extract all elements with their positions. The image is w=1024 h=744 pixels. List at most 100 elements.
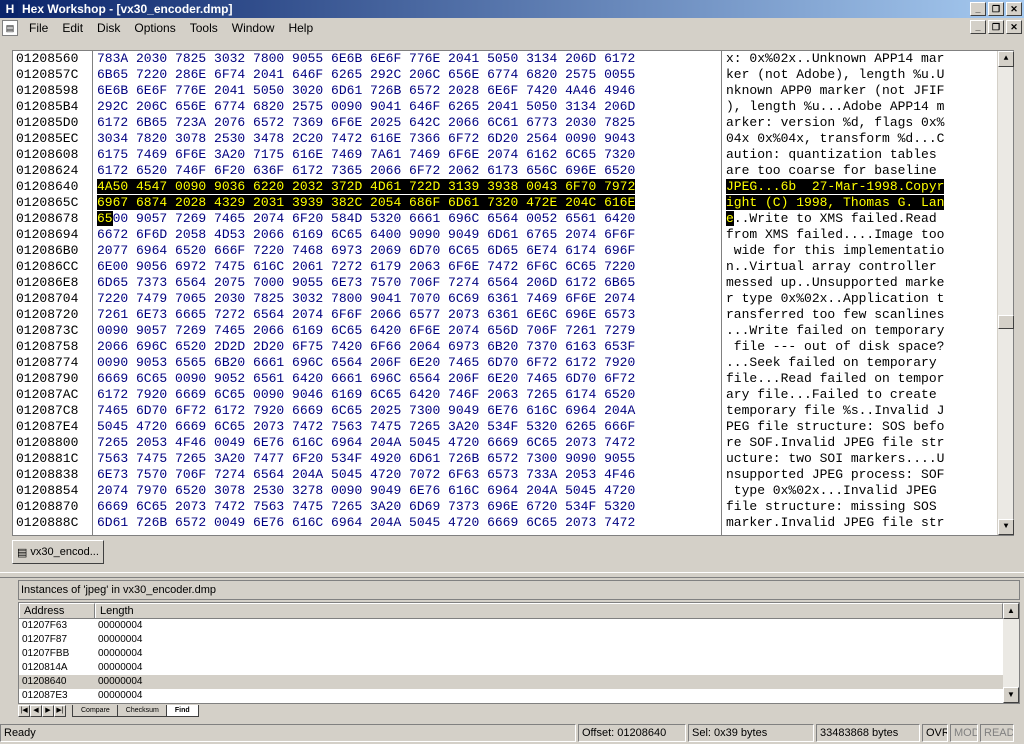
- find-result-row[interactable]: 01207FBB 00000004: [19, 647, 1019, 661]
- menu-window[interactable]: Window: [225, 21, 282, 35]
- menu-file[interactable]: File: [22, 21, 55, 35]
- last-tab-icon[interactable]: ▶|: [54, 705, 66, 717]
- ascii-row[interactable]: x: 0x%02x..Unknown APP14 mar: [726, 51, 989, 67]
- hex-row[interactable]: 6500 9057 7269 7465 2074 6F20 584D 5320 …: [97, 211, 721, 227]
- hex-row[interactable]: 6175 7469 6F6E 3A20 7175 616E 7469 7A61 …: [97, 147, 721, 163]
- ascii-row[interactable]: PEG file structure: SOS befo: [726, 419, 989, 435]
- hex-row[interactable]: 7265 2053 4F46 0049 6E76 616C 6964 204A …: [97, 435, 721, 451]
- hex-row[interactable]: 6172 6520 746F 6F20 636F 6172 7365 2066 …: [97, 163, 721, 179]
- column-header-length[interactable]: Length: [95, 603, 1003, 618]
- ascii-row[interactable]: nknown APP0 marker (not JFIF: [726, 83, 989, 99]
- hex-row[interactable]: 292C 206C 656E 6774 6820 2575 0090 9041 …: [97, 99, 721, 115]
- hex-row[interactable]: 6669 6C65 2073 7472 7563 7475 7265 3A20 …: [97, 499, 721, 515]
- hex-row[interactable]: 6672 6F6D 2058 4D53 2066 6169 6C65 6400 …: [97, 227, 721, 243]
- find-result-row[interactable]: 012087E3 00000004: [19, 689, 1019, 703]
- ascii-row[interactable]: file...Read failed on tempor: [726, 371, 989, 387]
- find-results-list[interactable]: Address Length 01207F63 00000004 01207F87 0…: [18, 602, 1020, 704]
- hex-row[interactable]: 7465 6D70 6F72 6172 7920 6669 6C65 2025 …: [97, 403, 721, 419]
- menu-tools[interactable]: Tools: [183, 21, 225, 35]
- hex-row[interactable]: 6172 6B65 723A 2076 6572 7369 6F6E 2025 …: [97, 115, 721, 131]
- ascii-row[interactable]: ...Seek failed on temporary: [726, 355, 989, 371]
- find-vertical-scrollbar[interactable]: ▲ ▼: [1003, 603, 1019, 703]
- find-result-row[interactable]: 01207F63 00000004: [19, 619, 1019, 633]
- ascii-row[interactable]: ker (not Adobe), length %u.U: [726, 67, 989, 83]
- ascii-row[interactable]: ary file...Failed to create: [726, 387, 989, 403]
- scroll-down-icon[interactable]: ▼: [998, 519, 1014, 535]
- tab-compare[interactable]: Compare: [72, 705, 119, 717]
- ascii-row[interactable]: n..Virtual array controller: [726, 259, 989, 275]
- ascii-row[interactable]: e..Write to XMS failed.Read: [726, 211, 989, 227]
- hex-row[interactable]: 2066 696C 6520 2D2D 2D20 6F75 7420 6F66 …: [97, 339, 721, 355]
- next-tab-icon[interactable]: ▶: [42, 705, 54, 717]
- hex-row[interactable]: 2077 6964 6520 666F 7220 7468 6973 2069 …: [97, 243, 721, 259]
- ascii-row[interactable]: from XMS failed....Image too: [726, 227, 989, 243]
- hex-row[interactable]: 0090 9053 6565 6B20 6661 696C 6564 206F …: [97, 355, 721, 371]
- hex-vertical-scrollbar[interactable]: ▲ ▼: [997, 51, 1014, 535]
- first-tab-icon[interactable]: |◀: [18, 705, 30, 717]
- hex-column[interactable]: 783A 2030 7825 3032 7800 9055 6E6B 6E6F …: [94, 51, 722, 535]
- ascii-row[interactable]: file structure: missing SOS: [726, 499, 989, 515]
- tab-find[interactable]: Find: [165, 705, 199, 717]
- ascii-row[interactable]: temporary file %s..Invalid J: [726, 403, 989, 419]
- scroll-thumb[interactable]: [998, 315, 1014, 329]
- tab-checksum[interactable]: Checksum: [116, 705, 168, 717]
- ascii-row[interactable]: ransferred too few scanlines: [726, 307, 989, 323]
- ascii-row[interactable]: aution: quantization tables: [726, 147, 989, 163]
- minimize-button[interactable]: _: [970, 2, 986, 16]
- hex-row[interactable]: 6E73 7570 706F 7274 6564 204A 5045 4720 …: [97, 467, 721, 483]
- hex-row[interactable]: 7261 6E73 6665 7272 6564 2074 6F6F 2066 …: [97, 307, 721, 323]
- hex-row[interactable]: 2074 7970 6520 3078 2530 3278 0090 9049 …: [97, 483, 721, 499]
- ascii-row[interactable]: r type 0x%02x..Application t: [726, 291, 989, 307]
- ascii-row[interactable]: are too coarse for baseline: [726, 163, 989, 179]
- scroll-up-icon[interactable]: ▲: [998, 51, 1014, 67]
- hex-row[interactable]: 6D61 726B 6572 0049 6E76 616C 6964 204A …: [97, 515, 721, 531]
- hex-row[interactable]: 6B65 7220 286E 6F74 2041 646F 6265 292C …: [97, 67, 721, 83]
- hex-row[interactable]: 3034 7820 3078 2530 3478 2C20 7472 616E …: [97, 131, 721, 147]
- list-scroll-down-icon[interactable]: ▼: [1003, 687, 1019, 703]
- find-result-row[interactable]: 0120814A 00000004: [19, 661, 1019, 675]
- ascii-row[interactable]: wide for this implementatio: [726, 243, 989, 259]
- ascii-row[interactable]: re SOF.Invalid JPEG file str: [726, 435, 989, 451]
- doc-close-button[interactable]: ✕: [1006, 20, 1022, 34]
- ascii-row[interactable]: type 0x%02x...Invalid JPEG: [726, 483, 989, 499]
- menu-help[interactable]: Help: [281, 21, 320, 35]
- menu-edit[interactable]: Edit: [55, 21, 90, 35]
- list-scroll-up-icon[interactable]: ▲: [1003, 603, 1019, 619]
- hex-row[interactable]: 4A50 4547 0090 9036 6220 2032 372D 4D61 …: [97, 179, 721, 195]
- hex-row[interactable]: 5045 4720 6669 6C65 2073 7472 7563 7475 …: [97, 419, 721, 435]
- find-result-row[interactable]: 01208640 00000004: [19, 675, 1019, 689]
- ascii-row[interactable]: file --- out of disk space?: [726, 339, 989, 355]
- hex-row[interactable]: 6E6B 6E6F 776E 2041 5050 3020 6D61 726B …: [97, 83, 721, 99]
- menu-disk[interactable]: Disk: [90, 21, 127, 35]
- hex-editor[interactable]: 01208560 0120857C 01208598 012085B4 012085D0…: [12, 50, 1014, 536]
- ascii-row[interactable]: ucture: two SOI markers....U: [726, 451, 989, 467]
- hex-row[interactable]: 6967 6874 2028 4329 2031 3939 382C 2054 …: [97, 195, 721, 211]
- close-button[interactable]: ✕: [1006, 2, 1022, 16]
- menu-options[interactable]: Options: [127, 21, 182, 35]
- pane-splitter[interactable]: [0, 572, 1024, 578]
- document-tab[interactable]: ▤ vx30_encod...: [12, 540, 104, 564]
- ascii-row[interactable]: marker.Invalid JPEG file str: [726, 515, 989, 531]
- ascii-row[interactable]: ), length %u...Adobe APP14 m: [726, 99, 989, 115]
- prev-tab-icon[interactable]: ◀: [30, 705, 42, 717]
- ascii-row[interactable]: messed up..Unsupported marke: [726, 275, 989, 291]
- hex-row[interactable]: 6669 6C65 0090 9052 6561 6420 6661 696C …: [97, 371, 721, 387]
- ascii-row[interactable]: ...Write failed on temporary: [726, 323, 989, 339]
- ascii-row[interactable]: JPEG...6b 27-Mar-1998.Copyr: [726, 179, 989, 195]
- ascii-row[interactable]: arker: version %d, flags 0x%: [726, 115, 989, 131]
- hex-row[interactable]: 0090 9057 7269 7465 2066 6169 6C65 6420 …: [97, 323, 721, 339]
- hex-row[interactable]: 6172 7920 6669 6C65 0090 9046 6169 6C65 …: [97, 387, 721, 403]
- hex-row[interactable]: 6E00 9056 6972 7475 616C 2061 7272 6179 …: [97, 259, 721, 275]
- doc-minimize-button[interactable]: _: [970, 20, 986, 34]
- hex-row[interactable]: 7220 7479 7065 2030 7825 3032 7800 9041 …: [97, 291, 721, 307]
- find-result-row[interactable]: 01207F87 00000004: [19, 633, 1019, 647]
- doc-restore-button[interactable]: ❐: [988, 20, 1004, 34]
- hex-row[interactable]: 783A 2030 7825 3032 7800 9055 6E6B 6E6F …: [97, 51, 721, 67]
- document-icon[interactable]: ▤: [2, 20, 18, 36]
- column-header-address[interactable]: Address: [19, 603, 95, 618]
- ascii-column[interactable]: x: 0x%02x..Unknown APP14 mar ker (not Ado…: [723, 51, 989, 535]
- ascii-row[interactable]: ight (C) 1998, Thomas G. Lan: [726, 195, 989, 211]
- ascii-row[interactable]: 04x 0x%04x, transform %d...C: [726, 131, 989, 147]
- hex-row[interactable]: 7563 7475 7265 3A20 7477 6F20 534F 4920 …: [97, 451, 721, 467]
- restore-button[interactable]: ❐: [988, 2, 1004, 16]
